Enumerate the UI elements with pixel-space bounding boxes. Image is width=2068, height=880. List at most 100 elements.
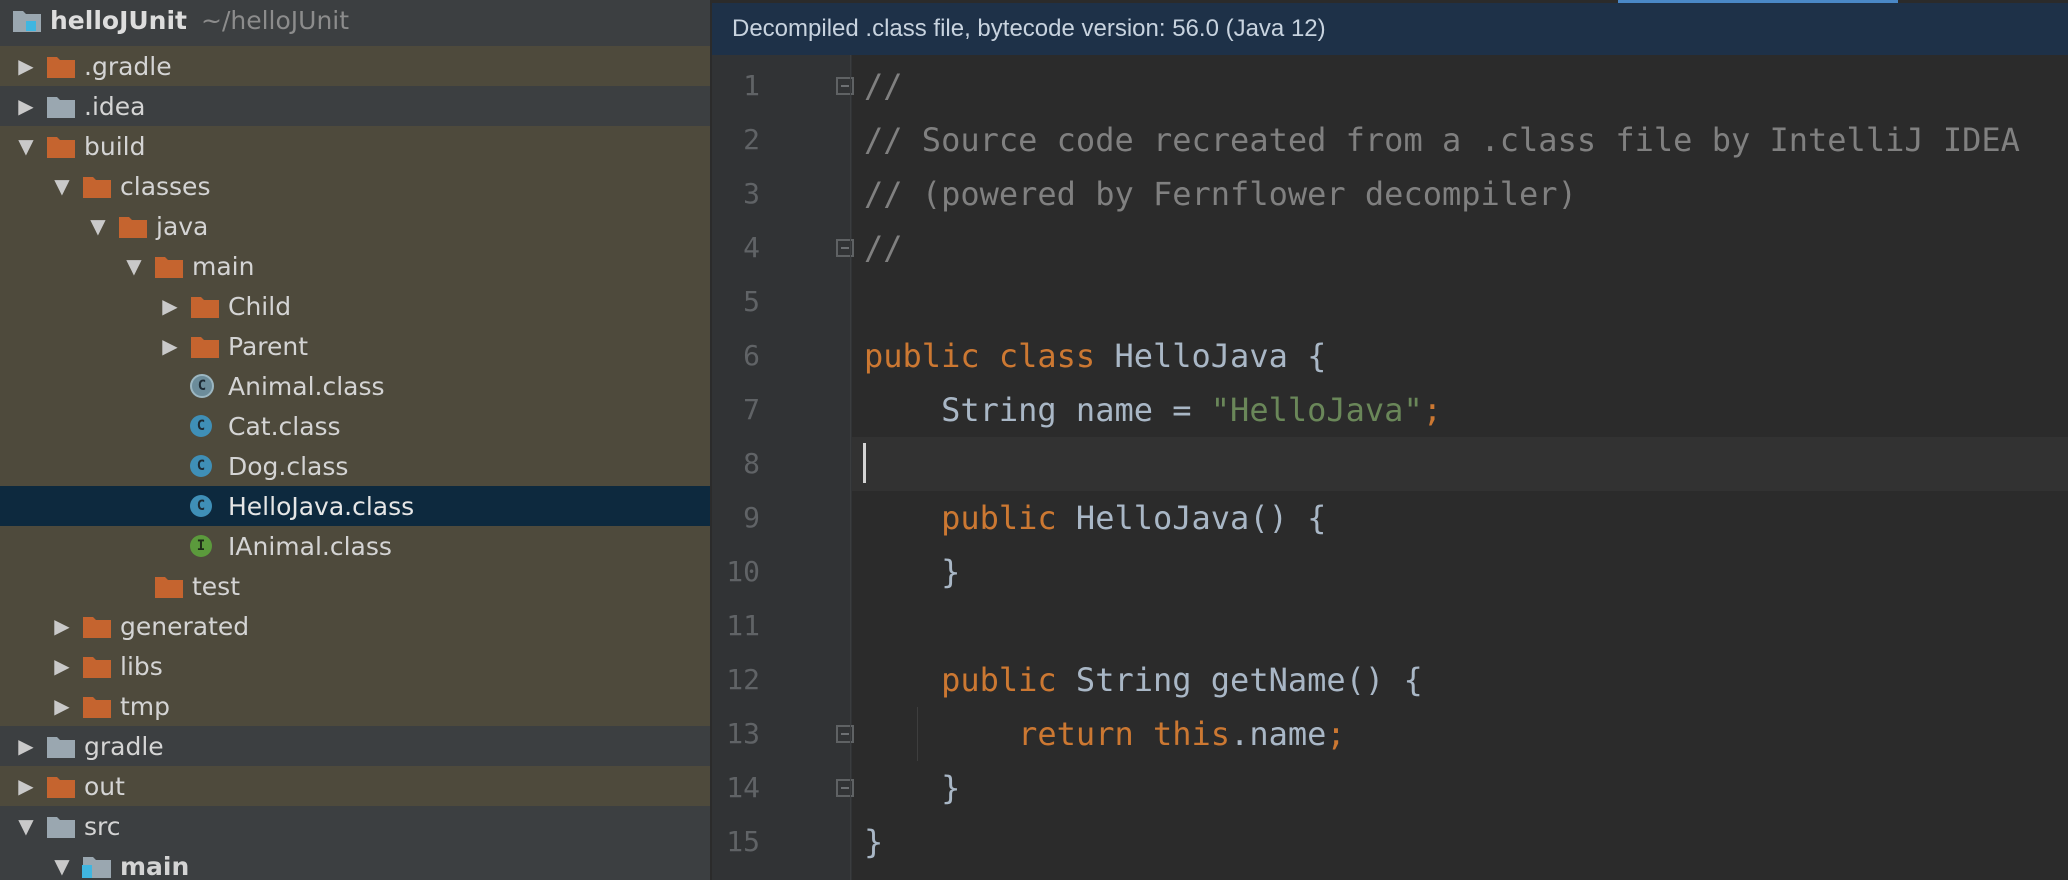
code-token: public	[941, 499, 1076, 537]
folder-orange-icon	[46, 53, 76, 79]
gutter-separator	[850, 55, 851, 880]
tree-item[interactable]: ▼ main	[0, 846, 710, 880]
line-number[interactable]: 4	[712, 221, 760, 275]
project-name: helloJUnit	[50, 5, 187, 35]
tree-item[interactable]: C HelloJava.class	[0, 486, 710, 526]
collapse-arrow-icon[interactable]: ▼	[120, 246, 148, 286]
tree-item[interactable]: ▶ libs	[0, 646, 710, 686]
tree-item[interactable]: C Animal.class	[0, 366, 710, 406]
line-number[interactable]: 3	[712, 167, 760, 221]
code-line[interactable]: return this.name;	[864, 707, 1346, 761]
line-number[interactable]: 14	[712, 761, 760, 815]
code-line[interactable]: // (powered by Fernflower decompiler)	[864, 167, 1577, 221]
class-icon: C	[190, 415, 220, 437]
code-token: }	[864, 823, 884, 861]
code-line[interactable]: //	[864, 59, 903, 113]
tree-item[interactable]: ▼ classes	[0, 166, 710, 206]
code-token: // (powered by Fernflower decompiler)	[864, 175, 1577, 213]
code-editor[interactable]: Decompiled .class file, bytecode version…	[712, 0, 2068, 880]
line-number[interactable]: 12	[712, 653, 760, 707]
expand-arrow-icon[interactable]: ▶	[12, 726, 40, 766]
tree-item-label: main	[192, 251, 255, 281]
code-line[interactable]: String name = "HelloJava";	[864, 383, 1442, 437]
expand-arrow-icon[interactable]: ▶	[156, 326, 184, 366]
collapse-arrow-icon[interactable]: ▼	[12, 126, 40, 166]
tree-item[interactable]: test	[0, 566, 710, 606]
expand-arrow-icon[interactable]: ▶	[12, 46, 40, 86]
fold-marker-icon[interactable]	[836, 77, 854, 95]
tree-item[interactable]: ▼ src	[0, 806, 710, 846]
tree-item[interactable]: ▼ java	[0, 206, 710, 246]
line-number[interactable]: 8	[712, 437, 760, 491]
line-number[interactable]: 10	[712, 545, 760, 599]
code-line[interactable]: // Source code recreated from a .class f…	[864, 113, 2020, 167]
expand-arrow-icon[interactable]: ▶	[156, 286, 184, 326]
arrow-placeholder	[156, 526, 184, 566]
arrow-placeholder	[120, 566, 148, 606]
line-number[interactable]: 1	[712, 59, 760, 113]
tree-item[interactable]: ▶ tmp	[0, 686, 710, 726]
line-number[interactable]: 13	[712, 707, 760, 761]
line-number[interactable]: 11	[712, 599, 760, 653]
line-number[interactable]: 9	[712, 491, 760, 545]
line-number[interactable]: 15	[712, 815, 760, 869]
code-line[interactable]: }	[864, 815, 883, 869]
expand-arrow-icon[interactable]: ▶	[12, 766, 40, 806]
code-line[interactable]: public String getName() {	[864, 653, 1423, 707]
code-line[interactable]: public class HelloJava {	[864, 329, 1326, 383]
code-line[interactable]: }	[864, 761, 960, 815]
line-number[interactable]: 5	[712, 275, 760, 329]
tree-item-label: tmp	[120, 691, 171, 721]
folder-orange-icon	[154, 253, 184, 279]
tree-item-label: Animal.class	[228, 371, 385, 401]
expand-arrow-icon[interactable]: ▶	[48, 686, 76, 726]
code-token: //	[864, 67, 903, 105]
code-line[interactable]: //	[864, 221, 903, 275]
code-line[interactable]: }	[864, 545, 960, 599]
tree-item[interactable]: ▼ main	[0, 246, 710, 286]
tree-item-label: .gradle	[84, 51, 172, 81]
tree-item-label: classes	[120, 171, 211, 201]
fold-marker-icon[interactable]	[836, 725, 854, 743]
collapse-arrow-icon[interactable]: ▼	[84, 206, 112, 246]
tree-item[interactable]: C Dog.class	[0, 446, 710, 486]
code-token: }	[864, 769, 961, 807]
tree-item-label: build	[84, 131, 146, 161]
code-line[interactable]: public HelloJava() {	[864, 491, 1326, 545]
fold-marker-icon[interactable]	[836, 239, 854, 257]
tree-item[interactable]: ▶ .idea	[0, 86, 710, 126]
folder-orange-icon	[190, 293, 220, 319]
tree-item[interactable]: ▶ Child	[0, 286, 710, 326]
tree-item-label: out	[84, 771, 125, 801]
code-token: ;	[1326, 715, 1346, 753]
collapse-arrow-icon[interactable]: ▼	[48, 846, 76, 880]
project-tool-window: helloJUnit ~/helloJUnit ▶ .gradle ▶ .idea ▼ b…	[0, 0, 710, 880]
tree-item[interactable]: I IAnimal.class	[0, 526, 710, 566]
line-number[interactable]: 2	[712, 113, 760, 167]
code-token: public class	[864, 337, 1115, 375]
tree-item[interactable]: C Cat.class	[0, 406, 710, 446]
collapse-arrow-icon[interactable]: ▼	[48, 166, 76, 206]
tree-item[interactable]: ▶ out	[0, 766, 710, 806]
expand-arrow-icon[interactable]: ▶	[48, 646, 76, 686]
project-root-row[interactable]: helloJUnit ~/helloJUnit	[0, 0, 710, 40]
tree-item[interactable]: ▶ .gradle	[0, 46, 710, 86]
tree-item[interactable]: ▶ Parent	[0, 326, 710, 366]
fold-marker-icon[interactable]	[836, 779, 854, 797]
editor-gutter[interactable]: 1 2 3 4 5 6 7 8 9 10 11 12 13 14 15	[712, 55, 854, 880]
collapse-arrow-icon[interactable]: ▼	[12, 806, 40, 846]
line-number[interactable]: 7	[712, 383, 760, 437]
expand-arrow-icon[interactable]: ▶	[48, 606, 76, 646]
expand-arrow-icon[interactable]: ▶	[12, 86, 40, 126]
tree-item[interactable]: ▶ gradle	[0, 726, 710, 766]
line-number[interactable]: 6	[712, 329, 760, 383]
indent-guide	[917, 707, 918, 761]
tree-item-label: java	[156, 211, 209, 241]
folder-grey-icon	[46, 93, 76, 119]
code-token: // Source code recreated from a .class f…	[864, 121, 2020, 159]
decompiled-banner: Decompiled .class file, bytecode version…	[712, 3, 2068, 55]
tree-item[interactable]: ▶ generated	[0, 606, 710, 646]
tree-item[interactable]: ▼ build	[0, 126, 710, 166]
